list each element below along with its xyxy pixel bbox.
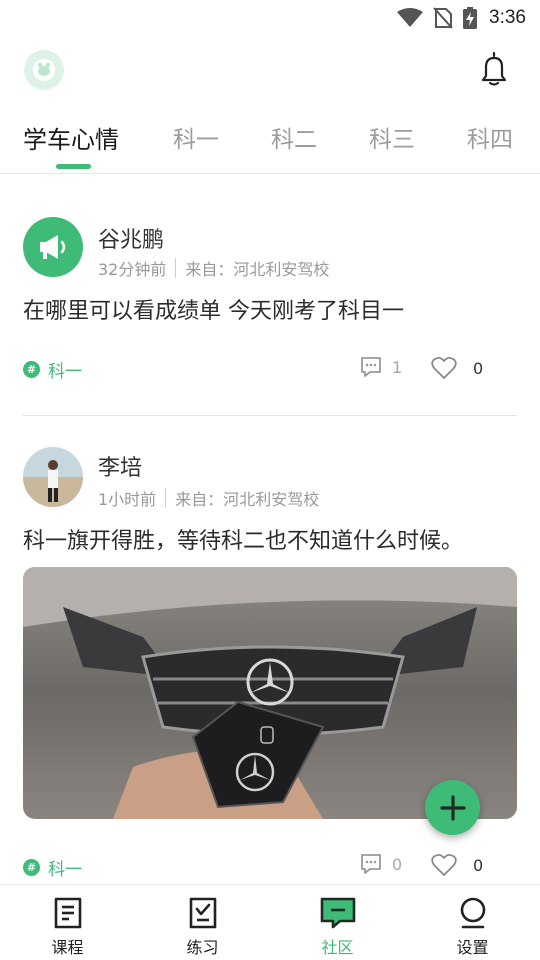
- nav-label: 课程: [51, 938, 84, 957]
- app-logo-icon: [24, 50, 64, 90]
- tab-subject-one[interactable]: 科一: [173, 120, 219, 154]
- post-tag[interactable]: # 科一: [23, 855, 82, 880]
- post-content[interactable]: 在哪里可以看成绩单 今天刚考了科目一: [23, 293, 523, 325]
- nav-item-community[interactable]: 社区: [270, 885, 405, 960]
- post-time: 1小时前: [98, 490, 157, 509]
- meta-separator: [175, 258, 177, 278]
- settings-icon: [460, 897, 485, 929]
- post-author[interactable]: 谷兆鹏: [98, 222, 164, 254]
- post-tag[interactable]: # 科一: [23, 357, 82, 382]
- nav-item-practice[interactable]: 练习: [135, 885, 270, 960]
- no-sim-icon: [433, 7, 453, 29]
- tab-subject-two[interactable]: 科二: [271, 120, 317, 154]
- tab-subject-four[interactable]: 科四: [467, 120, 513, 154]
- comment-count: 0: [392, 854, 403, 874]
- comment-button[interactable]: 1: [360, 356, 402, 378]
- status-bar: 3:36: [0, 0, 540, 36]
- post-meta: 1小时前 来自：河北利安驾校: [98, 486, 319, 510]
- post-author[interactable]: 李培: [98, 450, 142, 482]
- post-divider: [23, 415, 517, 416]
- post-tag-label: 科一: [48, 860, 82, 880]
- post-tag-label: 科一: [48, 362, 82, 382]
- heart-icon: [431, 356, 457, 379]
- wifi-icon: [397, 8, 424, 27]
- like-count: 0: [473, 855, 484, 875]
- nav-item-settings[interactable]: 设置: [405, 885, 540, 960]
- meta-separator: [165, 488, 167, 508]
- status-time: 3:36: [489, 7, 526, 28]
- comment-icon: [361, 854, 381, 874]
- user-avatar[interactable]: [23, 447, 83, 507]
- like-button[interactable]: 0: [431, 356, 483, 380]
- app-header: [0, 36, 540, 106]
- bell-icon[interactable]: [476, 50, 512, 88]
- post-meta: 32分钟前 来自：河北利安驾校: [98, 256, 329, 280]
- megaphone-icon[interactable]: [23, 217, 83, 277]
- post-source: 来自：河北利安驾校: [185, 260, 330, 279]
- comment-button[interactable]: 0: [360, 853, 402, 875]
- tab-subject-three[interactable]: 科三: [369, 120, 415, 154]
- plus-icon: [439, 794, 466, 821]
- status-icons: 3:36: [397, 6, 526, 30]
- category-tabs: 学车心情 科一 科二 科三 科四: [0, 106, 540, 174]
- like-count: 0: [473, 358, 484, 378]
- nav-label: 设置: [456, 938, 489, 957]
- comment-count: 1: [392, 357, 403, 377]
- post-time: 32分钟前: [98, 260, 167, 279]
- hashtag-icon: #: [23, 361, 40, 378]
- post-content[interactable]: 科一旗开得胜，等待科二也不知道什么时候。: [23, 523, 523, 555]
- community-icon: [320, 897, 355, 929]
- battery-charging-icon: [463, 7, 478, 29]
- course-icon: [54, 897, 81, 929]
- heart-icon: [431, 853, 457, 876]
- hashtag-icon: #: [23, 859, 40, 876]
- nav-label: 社区: [321, 938, 354, 957]
- like-button[interactable]: 0: [431, 853, 483, 877]
- post-source: 来自：河北利安驾校: [175, 490, 320, 509]
- tab-indicator: [56, 164, 91, 169]
- practice-icon: [189, 897, 216, 929]
- comment-icon: [361, 357, 381, 377]
- tab-learning-mood[interactable]: 学车心情: [23, 120, 119, 155]
- nav-label: 练习: [186, 938, 219, 957]
- nav-item-course[interactable]: 课程: [0, 885, 135, 960]
- new-post-button[interactable]: [425, 780, 480, 835]
- bottom-nav: 课程 练习 社区 设置: [0, 884, 540, 960]
